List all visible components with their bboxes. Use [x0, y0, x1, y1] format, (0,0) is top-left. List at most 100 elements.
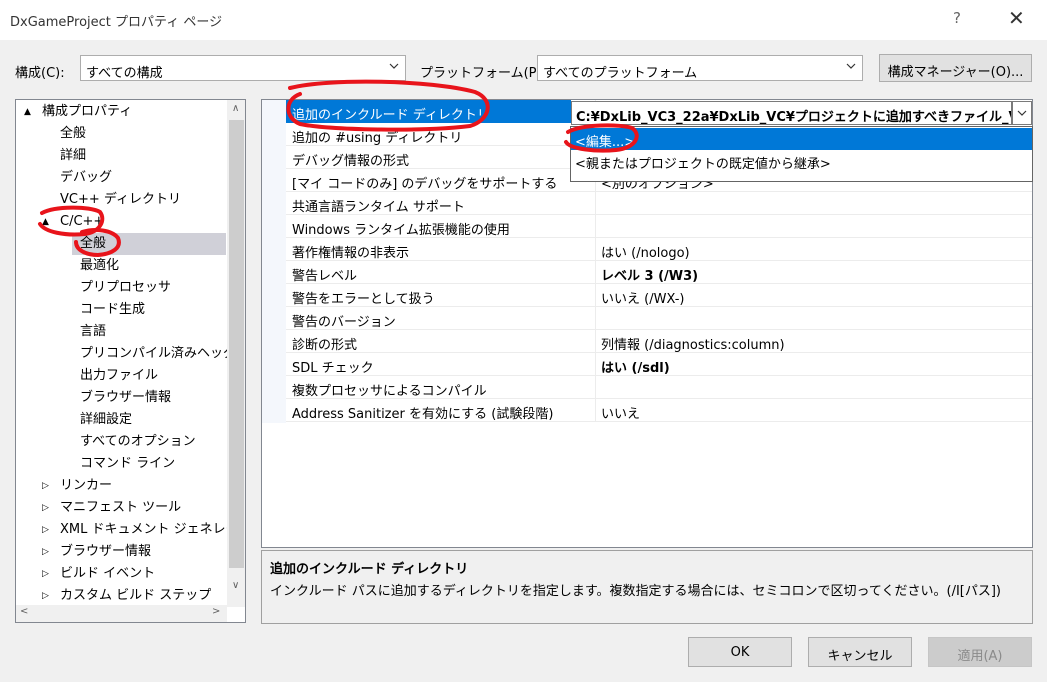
value-dropdown-button[interactable]: [1012, 101, 1032, 125]
tree-item[interactable]: すべてのオプション: [16, 431, 226, 453]
tree-item-label: 言語: [80, 324, 107, 339]
description-panel: 追加のインクルード ディレクトリ インクルード パスに追加するディレクトリを指定…: [261, 550, 1033, 624]
include-dirs-value-field[interactable]: C:¥DxLib_VC3_22a¥DxLib_VC¥プロジェクトに追加すべきファ…: [571, 101, 1012, 125]
column-divider: [595, 284, 596, 307]
config-select[interactable]: すべての構成: [80, 55, 406, 81]
scroll-right-icon[interactable]: >: [212, 606, 220, 617]
property-name: 警告レベル: [292, 269, 358, 284]
column-divider: [595, 353, 596, 376]
property-name: 診断の形式: [292, 338, 358, 353]
tree-item[interactable]: ▷ ブラウザー情報: [16, 541, 226, 563]
tree-item-label: 最適化: [80, 258, 120, 273]
cancel-button[interactable]: キャンセル: [808, 637, 912, 667]
property-name: 追加のインクルード ディレクトリ: [292, 108, 490, 123]
description-text: インクルード パスに追加するディレクトリを指定します。複数指定する場合には、セミ…: [270, 584, 1001, 599]
property-name: Windows ランタイム拡張機能の使用: [292, 223, 510, 238]
property-value[interactable]: はい (/sdl): [601, 357, 670, 376]
tree-item[interactable]: コード生成: [16, 299, 226, 321]
property-tree[interactable]: ▲ 構成プロパティ 全般 詳細 デバッグ VC++ ディレクトリ ▲ C/C++ 全般 最適化 プリ…: [15, 99, 246, 623]
property-row[interactable]: Address Sanitizer を有効にする (試験段階) いいえ: [286, 399, 1032, 422]
tree-item-label: コマンド ライン: [80, 456, 176, 471]
property-row[interactable]: 著作権情報の非表示 はい (/nologo): [286, 238, 1032, 261]
tree-item-label: ビルド イベント: [60, 566, 156, 581]
tree-item[interactable]: ▲ 構成プロパティ: [16, 101, 226, 123]
scroll-up-icon[interactable]: ∧: [232, 103, 239, 114]
close-icon[interactable]: ✕: [1008, 6, 1025, 30]
tree-item[interactable]: ▷ リンカー: [16, 475, 226, 497]
tree-item[interactable]: VC++ ディレクトリ: [16, 189, 226, 211]
expand-triangle-icon[interactable]: ▷: [42, 585, 49, 607]
scrollbar-thumb[interactable]: [229, 120, 244, 568]
tree-item-label: すべてのオプション: [80, 434, 196, 449]
property-row[interactable]: 警告のバージョン: [286, 307, 1032, 330]
dropdown-option-inherit[interactable]: <親またはプロジェクトの既定値から継承>: [571, 150, 1032, 172]
dropdown-option-edit[interactable]: <編集...>: [571, 128, 1032, 150]
property-name: Address Sanitizer を有効にする (試験段階): [292, 407, 554, 422]
collapse-triangle-icon[interactable]: ▲: [42, 211, 49, 233]
tree-item-label: マニフェスト ツール: [60, 500, 182, 515]
expand-triangle-icon[interactable]: ▷: [42, 497, 49, 519]
tree-item[interactable]: 詳細設定: [16, 409, 226, 431]
expand-triangle-icon[interactable]: ▷: [42, 519, 49, 541]
apply-button[interactable]: 適用(A): [928, 637, 1032, 667]
tree-item-label: コード生成: [80, 302, 146, 317]
window-title: DxGameProject プロパティ ページ: [10, 15, 223, 30]
property-row[interactable]: 複数プロセッサによるコンパイル: [286, 376, 1032, 399]
property-name: 著作権情報の非表示: [292, 246, 410, 261]
tree-item[interactable]: 最適化: [16, 255, 226, 277]
property-row[interactable]: 共通言語ランタイム サポート: [286, 192, 1032, 215]
config-manager-button[interactable]: 構成マネージャー(O)...: [879, 54, 1032, 82]
property-row[interactable]: 診断の形式 列情報 (/diagnostics:column): [286, 330, 1032, 353]
tree-item[interactable]: 言語: [16, 321, 226, 343]
collapse-triangle-icon[interactable]: ▲: [24, 101, 31, 123]
grid-gutter: [262, 100, 286, 423]
config-label: 構成(C):: [15, 66, 65, 81]
tree-item-label: ブラウザー情報: [60, 544, 152, 559]
tree-item[interactable]: 詳細: [16, 145, 226, 167]
property-name: 警告をエラーとして扱う: [292, 292, 435, 307]
property-value[interactable]: いいえ (/WX-): [601, 288, 684, 307]
tree-item[interactable]: ▷ カスタム ビルド ステップ: [16, 585, 226, 607]
property-row[interactable]: SDL チェック はい (/sdl): [286, 353, 1032, 376]
tree-item[interactable]: プリプロセッサ: [16, 277, 226, 299]
tree-item[interactable]: プリコンパイル済みヘッダー: [16, 343, 245, 365]
tree-item[interactable]: ▷ マニフェスト ツール: [16, 497, 226, 519]
tree-item[interactable]: 出力ファイル: [16, 365, 226, 387]
tree-item-label: リンカー: [60, 478, 113, 493]
property-name: デバッグ情報の形式: [292, 154, 410, 169]
column-divider: [595, 215, 596, 238]
property-value[interactable]: いいえ: [601, 403, 640, 422]
scroll-left-icon[interactable]: <: [20, 606, 28, 617]
tree-item-label: C/C++: [60, 214, 105, 229]
tree-item[interactable]: ブラウザー情報: [16, 387, 226, 409]
tree-horizontal-scrollbar[interactable]: < >: [16, 605, 227, 622]
column-divider: [595, 330, 596, 353]
tree-item[interactable]: 全般: [16, 123, 226, 145]
chevron-down-icon: [846, 63, 856, 69]
tree-item[interactable]: ▲ C/C++: [16, 211, 226, 233]
property-value[interactable]: レベル 3 (/W3): [601, 265, 698, 284]
tree-item[interactable]: 全般: [72, 233, 226, 255]
expand-triangle-icon[interactable]: ▷: [42, 475, 49, 497]
column-divider: [595, 307, 596, 330]
scroll-down-icon[interactable]: ∨: [232, 580, 239, 591]
expand-triangle-icon[interactable]: ▷: [42, 563, 49, 585]
tree-item-label: 詳細設定: [80, 412, 133, 427]
value-dropdown-list[interactable]: <編集...> <親またはプロジェクトの既定値から継承>: [570, 126, 1033, 182]
expand-triangle-icon[interactable]: ▷: [42, 541, 49, 563]
help-icon[interactable]: ?: [953, 9, 961, 27]
property-row[interactable]: 警告をエラーとして扱う いいえ (/WX-): [286, 284, 1032, 307]
platform-select[interactable]: すべてのプラットフォーム: [537, 55, 863, 81]
tree-item[interactable]: デバッグ: [16, 167, 226, 189]
tree-vertical-scrollbar[interactable]: ∧ ∨: [227, 100, 245, 607]
tree-item[interactable]: コマンド ライン: [16, 453, 226, 475]
property-row[interactable]: Windows ランタイム拡張機能の使用: [286, 215, 1032, 238]
chevron-down-icon: [389, 63, 399, 69]
property-value[interactable]: 列情報 (/diagnostics:column): [601, 334, 785, 353]
property-value[interactable]: はい (/nologo): [601, 242, 690, 261]
tree-item[interactable]: ▷ ビルド イベント: [16, 563, 226, 585]
tree-item[interactable]: ▷ XML ドキュメント ジェネレーター: [16, 519, 245, 541]
property-row[interactable]: 警告レベル レベル 3 (/W3): [286, 261, 1032, 284]
column-divider: [595, 192, 596, 215]
ok-button[interactable]: OK: [688, 637, 792, 667]
